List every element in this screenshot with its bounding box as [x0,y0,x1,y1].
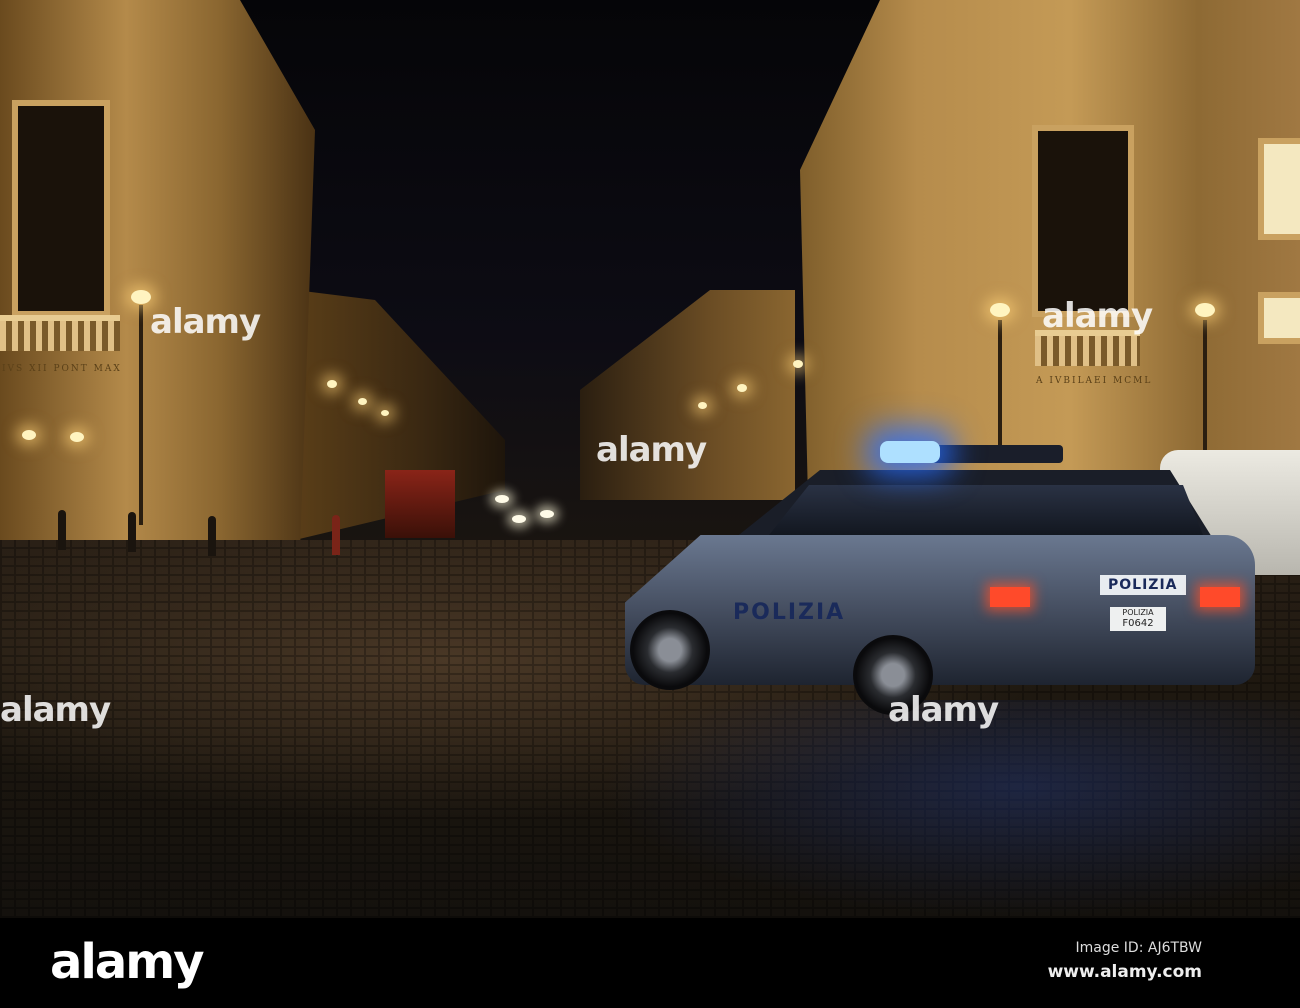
street-lamp [990,303,1010,317]
watermark: alamy [0,690,111,730]
license-plate: POLIZIA F0642 [1110,607,1166,631]
lit-window [1258,292,1300,344]
watermark: alamy [150,302,261,342]
car-windows [765,485,1205,540]
lamp-post [1203,320,1207,455]
footer-bar: alamy Image ID: AJ6TBW www.alamy.com [0,918,1300,1008]
night-street-photo: IVS XII PONT MAX A IVBILAEI MCML POLIZIA… [0,0,1300,918]
pedestrian [332,515,340,555]
watermark: alamy [596,430,707,470]
tail-light [990,587,1030,607]
street-lamp [698,402,707,409]
site-url: www.alamy.com [1047,962,1202,982]
inscription-right: A IVBILAEI MCML [1036,376,1153,386]
street-lamp [327,380,337,388]
street-lamp [793,360,803,368]
car-side-text: POLIZIA [733,600,846,625]
image-id: Image ID: AJ6TBW [1075,940,1203,956]
wall-lamp [70,432,84,442]
car-rear-text: POLIZIA [1100,575,1186,595]
vehicle-headlight [495,495,509,503]
red-bus [385,470,455,538]
lamp-post [139,305,143,525]
lit-window [1258,138,1300,240]
window [1032,125,1134,317]
front-wheel [630,610,710,690]
lamp-post [998,320,1002,450]
watermark: alamy [888,690,999,730]
vehicle-headlight [512,515,526,523]
street-lamp [1195,303,1215,317]
pedestrian [58,510,66,550]
street-lamp [737,384,747,392]
plate-number: F0642 [1122,618,1154,629]
pedestrian [128,512,136,552]
plate-top: POLIZIA [1122,608,1154,617]
blue-siren-light [880,441,940,463]
street-lamp [131,290,151,304]
street-lamp [381,410,389,416]
stock-photo: IVS XII PONT MAX A IVBILAEI MCML POLIZIA… [0,0,1300,1008]
window [12,100,110,317]
pedestrian [208,516,216,556]
vehicle-headlight [540,510,554,518]
inscription-left: IVS XII PONT MAX [2,364,122,374]
balcony [0,315,120,351]
alamy-logo: alamy [50,934,205,990]
tail-light [1200,587,1240,607]
watermark: alamy [1042,296,1153,336]
wall-lamp [22,430,36,440]
street-lamp [358,398,367,405]
